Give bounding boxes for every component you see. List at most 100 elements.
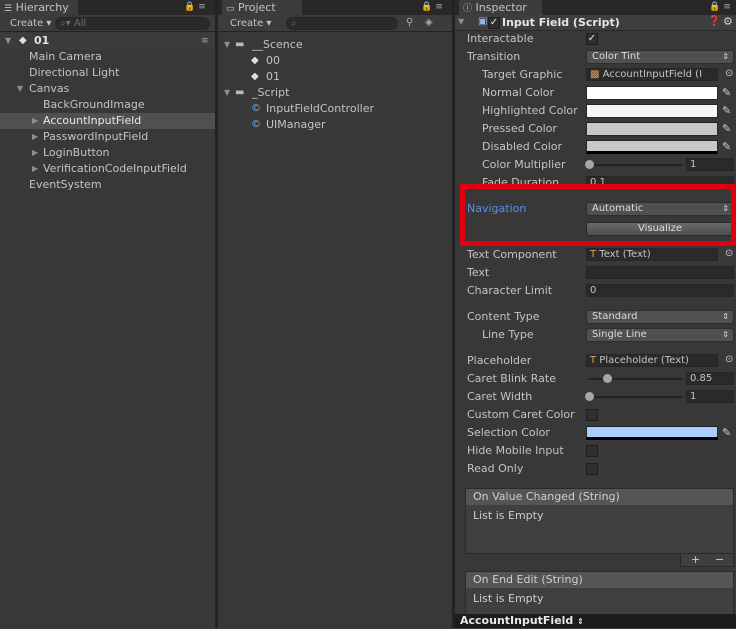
content-type-value: Standard (592, 311, 638, 322)
project-item-folder[interactable]: ▼ ▬ _Script (218, 85, 452, 101)
project-item-label: 01 (266, 70, 280, 83)
caret-width-value: 1 (690, 391, 697, 402)
filter-label-icon[interactable]: ◈ (425, 17, 433, 28)
content-type-dropdown[interactable]: Standard ⇕ (586, 310, 734, 324)
hierarchy-item[interactable]: EventSystem (0, 177, 215, 193)
hierarchy-item[interactable]: ▼ Canvas (0, 81, 215, 97)
object-picker-icon[interactable]: ⊙ (725, 248, 733, 259)
expand-triangle-icon[interactable]: ▼ (17, 81, 23, 97)
collapse-triangle-icon[interactable]: ▶ (32, 129, 38, 145)
project-item-scene[interactable]: ◆ 01 (218, 69, 452, 85)
folder-icon: ▬ (235, 87, 245, 98)
project-item-script[interactable]: © UIManager (218, 117, 452, 133)
foldout-triangle-icon[interactable]: ▼ (458, 17, 464, 26)
read-only-checkbox[interactable] (586, 463, 598, 475)
eyedropper-icon[interactable]: ✎ (722, 87, 734, 99)
add-listener-button[interactable]: + (691, 554, 700, 566)
on-end-edit-header: On End Edit (String) (466, 572, 733, 588)
hierarchy-item[interactable]: ▶ PasswordInputField (0, 129, 215, 145)
collapse-triangle-icon[interactable]: ▶ (32, 145, 38, 161)
component-enabled-checkbox[interactable]: ✓ (488, 17, 500, 29)
hierarchy-create-button[interactable]: Create ▾ (6, 17, 51, 30)
caret-width-field[interactable]: 1 (686, 390, 734, 403)
expand-triangle-icon[interactable]: ▼ (224, 37, 230, 53)
text-component-icon: T (590, 355, 597, 366)
object-picker-icon[interactable]: ⊙ (725, 354, 733, 365)
object-picker-icon[interactable]: ⊙ (725, 68, 733, 79)
custom-caret-color-checkbox[interactable] (586, 409, 598, 421)
hierarchy-item-label: PasswordInputField (43, 130, 149, 143)
transition-dropdown[interactable]: Color Tint ⇕ (586, 50, 734, 64)
hierarchy-tab[interactable]: ☰ Hierarchy (0, 0, 78, 15)
component-enabled-checkmark-icon: ▣ (478, 16, 488, 27)
project-create-button[interactable]: Create ▾ (226, 17, 271, 30)
caret-blink-slider-knob[interactable] (603, 374, 612, 383)
collapse-triangle-icon[interactable]: ▶ (32, 161, 38, 177)
hide-mobile-input-checkbox[interactable] (586, 445, 598, 457)
project-tab-lock-menu-icons[interactable]: 🔒≡ (421, 2, 446, 12)
hierarchy-item[interactable]: ▶ LoginButton (0, 145, 215, 161)
caret-blink-rate-field[interactable]: 0.85 (686, 372, 734, 385)
filter-type-icon[interactable]: ⚲ (406, 17, 413, 28)
transition-label: Transition (467, 50, 521, 63)
on-value-changed-event: On Value Changed (String) List is Empty (465, 488, 734, 554)
inspector-preview-bar[interactable]: AccountInputField ⇕ (455, 614, 736, 628)
hierarchy-item[interactable]: Main Camera (0, 49, 215, 65)
dropdown-arrow-icon: ⇕ (722, 52, 729, 61)
placeholder-value: Placeholder (Text) (599, 355, 689, 366)
pressed-color-swatch[interactable] (586, 122, 718, 136)
disabled-color-swatch[interactable] (586, 140, 718, 154)
eyedropper-icon[interactable]: ✎ (722, 141, 734, 153)
folder-icon: ▬ (235, 39, 245, 50)
color-multiplier-slider-track[interactable] (588, 164, 682, 166)
on-end-edit-empty-text: List is Empty (473, 592, 544, 605)
image-component-icon: ▩ (590, 69, 600, 80)
color-multiplier-field[interactable]: 1 (686, 158, 734, 171)
caret-width-slider-track[interactable] (588, 396, 682, 398)
target-graphic-field[interactable]: ▩ AccountInputField (I (586, 68, 718, 81)
scene-name: 01 (34, 34, 50, 47)
scene-row[interactable]: ▼ ◆ 01 ≡ (0, 33, 215, 49)
inspector-tab[interactable]: ⓘ Inspector (459, 0, 542, 15)
interactable-label: Interactable (467, 32, 534, 45)
project-item-label: 00 (266, 54, 280, 67)
hierarchy-item[interactable]: Directional Light (0, 65, 215, 81)
component-header[interactable]: ▼ ✓ ▣ Input Field (Script) ❓ ⚙ (455, 15, 736, 31)
text-component-field[interactable]: T Text (Text) (586, 248, 718, 261)
project-item-script[interactable]: © InputFieldController (218, 101, 452, 117)
hierarchy-item-selected[interactable]: ▶ AccountInputField (0, 113, 215, 129)
expand-triangle-icon[interactable]: ▼ (5, 33, 11, 49)
project-item-scene[interactable]: ◆ 00 (218, 53, 452, 69)
hierarchy-item[interactable]: BackGroundImage (0, 97, 215, 113)
text-field[interactable] (586, 266, 734, 279)
remove-listener-button[interactable]: − (715, 554, 724, 566)
interactable-checkbox[interactable]: ✓ (586, 33, 598, 45)
character-limit-field[interactable]: 0 (586, 284, 734, 297)
placeholder-field[interactable]: T Placeholder (Text) (586, 354, 718, 367)
normal-color-swatch[interactable] (586, 86, 718, 100)
highlighted-color-swatch[interactable] (586, 104, 718, 118)
eyedropper-icon[interactable]: ✎ (722, 105, 734, 117)
hierarchy-tab-lock-menu-icons[interactable]: 🔒≡ (184, 2, 209, 12)
help-icon[interactable]: ❓ (708, 16, 720, 27)
color-multiplier-slider-knob[interactable] (585, 160, 594, 169)
normal-color-label: Normal Color (482, 86, 555, 99)
scene-menu-icon[interactable]: ≡ (201, 33, 212, 49)
selection-color-swatch[interactable] (586, 426, 718, 440)
collapse-triangle-icon[interactable]: ▶ (32, 113, 38, 129)
unity-scene-icon: ◆ (251, 55, 259, 66)
expand-triangle-icon[interactable]: ▼ (224, 85, 230, 101)
project-item-folder[interactable]: ▼ ▬ __Scence (218, 37, 452, 53)
project-tab-label: Project (238, 1, 276, 14)
caret-blink-rate-label: Caret Blink Rate (467, 372, 556, 385)
hierarchy-search-input[interactable]: ⌕▾ All (55, 17, 210, 30)
eyedropper-icon[interactable]: ✎ (722, 427, 734, 439)
eyedropper-icon[interactable]: ✎ (722, 123, 734, 135)
project-tab[interactable]: ▭ Project (222, 0, 302, 15)
project-search-input[interactable]: ⌕ (286, 17, 398, 30)
caret-width-slider-knob[interactable] (585, 392, 594, 401)
line-type-dropdown[interactable]: Single Line ⇕ (586, 328, 734, 342)
gear-icon[interactable]: ⚙ (723, 15, 733, 28)
inspector-tab-lock-menu-icons[interactable]: 🔒≡ (709, 2, 734, 12)
hierarchy-item[interactable]: ▶ VerificationCodeInputField (0, 161, 215, 177)
